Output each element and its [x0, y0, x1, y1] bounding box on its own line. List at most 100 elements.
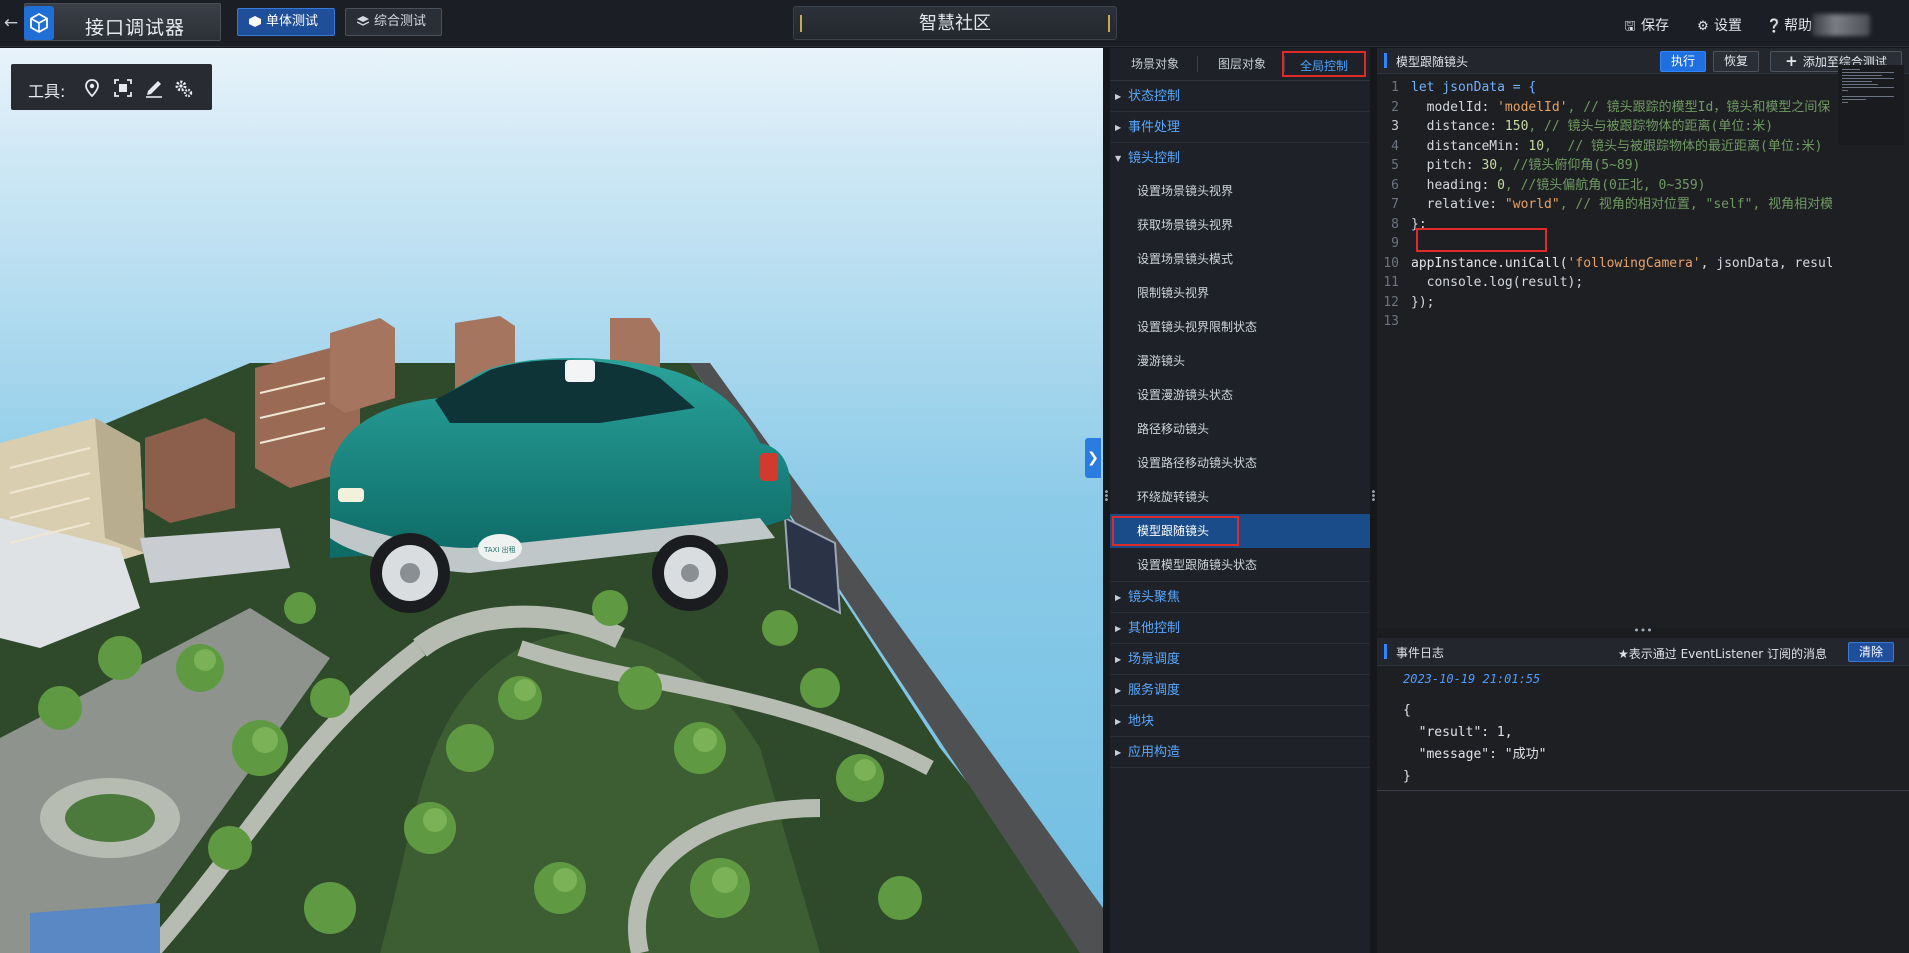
user-avatar[interactable]: [1812, 14, 1870, 36]
nav-group-camera-control[interactable]: ▼ 镜头控制: [1110, 143, 1370, 174]
nav-group-state-control[interactable]: ▶ 状态控制: [1110, 81, 1370, 112]
line-number: 11: [1383, 275, 1399, 290]
nav-group-label: 应用构造: [1128, 745, 1181, 760]
splitter-grip-icon: • • •: [1103, 487, 1110, 506]
nav-group-label: 镜头控制: [1128, 151, 1181, 166]
line-number: 13: [1383, 314, 1399, 329]
nav-group-label: 服务调度: [1128, 683, 1181, 698]
nav-item[interactable]: 设置场景镜头视界: [1110, 174, 1370, 208]
code-line: 11 console.log(result);: [1377, 273, 1832, 293]
back-arrow-icon[interactable]: ←: [2, 12, 20, 34]
save-button[interactable]: 🖫 保存: [1623, 15, 1669, 39]
caret-right-icon: ▶: [1115, 624, 1122, 633]
layers-icon: [357, 16, 369, 26]
code-value: 10: [1528, 138, 1545, 154]
reset-button[interactable]: 恢复: [1713, 51, 1759, 72]
code-value: 'modelId': [1497, 99, 1568, 115]
log-message: { "result": 1, "message": "成功" }: [1403, 703, 1547, 784]
tab-scene-objects[interactable]: 场景对象: [1113, 51, 1197, 77]
tool-label: 工具:: [28, 82, 66, 101]
location-pin-icon[interactable]: [81, 77, 103, 99]
nav-group-label: 事件处理: [1128, 120, 1181, 135]
code-minimap[interactable]: [1838, 65, 1904, 145]
code-comment: , // 视角的相对位置, "self", 视角相对模: [1559, 197, 1832, 212]
code-key: relative:: [1411, 197, 1505, 212]
nav-group-app-construct[interactable]: ▶ 应用构造: [1110, 737, 1370, 768]
code-text: console.log(result);: [1411, 275, 1584, 290]
code-text: appInstance.uniCall(: [1411, 255, 1568, 271]
collapse-panel-button[interactable]: ❯: [1085, 438, 1101, 478]
code-line: 10 appInstance.uniCall('followingCamera',…: [1377, 254, 1832, 274]
caret-right-icon: ▶: [1115, 686, 1122, 695]
nav-item[interactable]: 设置镜头视界限制状态: [1110, 310, 1370, 344]
nav-group-other-control[interactable]: ▶ 其他控制: [1110, 613, 1370, 644]
help-label: 帮助: [1784, 18, 1812, 34]
settings-button[interactable]: ⚙ 设置: [1696, 15, 1742, 35]
help-button[interactable]: ❔ 帮助: [1766, 15, 1812, 35]
caret-right-icon: ▶: [1115, 717, 1122, 726]
caret-down-icon: ▼: [1115, 154, 1122, 163]
code-value: 0: [1497, 177, 1505, 193]
nav-group-scene-dispatch[interactable]: ▶ 场景调度: [1110, 644, 1370, 675]
code-line: 6 heading: 0, //镜头偏航角(0正北, 0~359): [1377, 176, 1832, 196]
tab-layer-objects[interactable]: 图层对象: [1200, 51, 1284, 77]
code-line: 7 relative: "world", // 视角的相对位置, "self",…: [1377, 195, 1832, 215]
nav-item[interactable]: 路径移动镜头: [1110, 412, 1370, 446]
run-button[interactable]: 执行: [1660, 51, 1706, 72]
scan-frame-icon[interactable]: [112, 77, 134, 99]
nav-item[interactable]: 设置模型跟随镜头状态: [1110, 548, 1370, 582]
nav-item[interactable]: 漫游镜头: [1110, 344, 1370, 378]
floppy-icon: 🖫: [1624, 19, 1636, 34]
code-line: 1 let jsonData = {: [1377, 78, 1832, 98]
line-number: 9: [1391, 236, 1399, 251]
event-log-panel: 事件日志 ★表示通过 EventListener 订阅的消息 清除 2023-1…: [1377, 638, 1909, 953]
line-number: 2: [1391, 99, 1399, 115]
taxi-sign: TAXI 出租: [483, 545, 516, 554]
code-value: 150: [1504, 119, 1529, 134]
save-label: 保存: [1641, 18, 1669, 34]
code-comment: , // 镜头与被跟踪物体的最近距离(单位:米): [1544, 138, 1823, 154]
nav-group-camera-focus[interactable]: ▶ 镜头聚焦: [1110, 582, 1370, 613]
code-line: 5 pitch: 30, //镜头俯仰角(5~89): [1377, 156, 1832, 176]
single-test-button[interactable]: 单体测试: [237, 8, 335, 36]
nav-splitter[interactable]: • • •: [1370, 48, 1377, 953]
code-key: pitch:: [1411, 158, 1482, 173]
clear-log-button[interactable]: 清除: [1848, 642, 1894, 662]
code-comment: , // 镜头与被跟踪物体的距离(单位:米): [1528, 119, 1774, 134]
tab-global-control[interactable]: 全局控制: [1282, 51, 1366, 77]
scene-viewport[interactable]: TAXI 出租 工具: ❯: [0, 48, 1103, 953]
pencil-icon[interactable]: [143, 77, 165, 99]
caret-right-icon: ▶: [1115, 123, 1122, 132]
nav-item[interactable]: 设置漫游镜头状态: [1110, 378, 1370, 412]
nav-group-label: 其他控制: [1128, 621, 1181, 636]
line-number: 5: [1391, 158, 1399, 173]
nav-group-service-dispatch[interactable]: ▶ 服务调度: [1110, 675, 1370, 706]
settings-gears-icon[interactable]: [172, 77, 194, 99]
event-log-header: 事件日志 ★表示通过 EventListener 订阅的消息 清除: [1377, 638, 1909, 666]
single-test-label: 单体测试: [266, 14, 319, 29]
editor-log-splitter[interactable]: •••: [1377, 625, 1909, 638]
viewport-splitter[interactable]: • • •: [1103, 48, 1110, 953]
code-text: });: [1411, 294, 1435, 310]
line-number: 4: [1391, 138, 1399, 154]
code-line: 13: [1377, 312, 1832, 332]
scene-render[interactable]: TAXI 出租: [0, 48, 1103, 953]
nav-item[interactable]: 获取场景镜头视界: [1110, 208, 1370, 242]
code-area[interactable]: 1 let jsonData = { 2 modelId: 'modelId', …: [1377, 78, 1832, 624]
integrated-test-button[interactable]: 综合测试: [345, 8, 442, 36]
nav-item[interactable]: 设置场景镜头模式: [1110, 242, 1370, 276]
nav-item[interactable]: 设置路径移动镜头状态: [1110, 446, 1370, 480]
nav-item-model-follow-camera[interactable]: 模型跟随镜头: [1110, 514, 1370, 548]
code-key: distanceMin:: [1411, 138, 1529, 154]
log-timestamp: 2023-10-19 21:01:55: [1403, 672, 1541, 686]
nav-group-land-parcel[interactable]: ▶ 地块: [1110, 706, 1370, 737]
line-number: 10: [1383, 255, 1399, 271]
app-logo-icon: [24, 6, 54, 40]
nav-item[interactable]: 环绕旋转镜头: [1110, 480, 1370, 514]
caret-right-icon: ▶: [1115, 593, 1122, 602]
top-bar: ← 接口调试器 单体测试 综合测试 智慧社区 🖫 保存 ⚙ 设置 ❔ 帮助: [0, 0, 1909, 47]
log-divider: [1377, 790, 1909, 791]
nav-item[interactable]: 限制镜头视界: [1110, 276, 1370, 310]
nav-group-event-handling[interactable]: ▶ 事件处理: [1110, 112, 1370, 143]
integrated-test-label: 综合测试: [374, 14, 427, 29]
